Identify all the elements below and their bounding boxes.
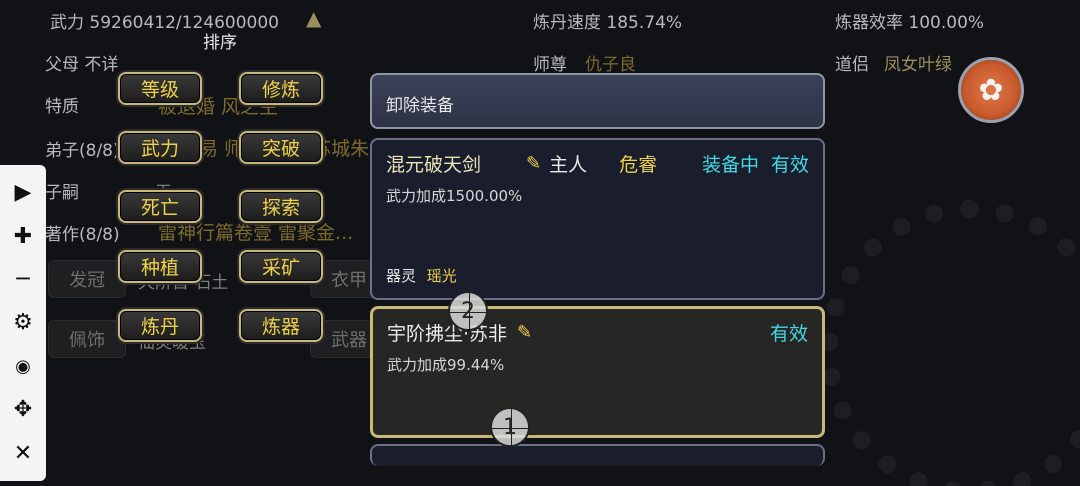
pencil-icon[interactable]: ✎	[526, 153, 541, 174]
eye-off-icon[interactable]: ◉	[6, 349, 40, 383]
disciples-label: 弟子(8/8)	[45, 141, 120, 161]
pencil-icon[interactable]: ✎	[517, 322, 532, 343]
status-label: 危睿	[619, 154, 658, 176]
owner-label: 主人	[549, 154, 588, 176]
avatar[interactable]: ✿	[958, 57, 1024, 123]
item-name: 宇阶拂尘·苏非	[387, 323, 508, 345]
parents-stat: 父母 不详	[45, 55, 119, 75]
sort-power-button[interactable]: 武力	[118, 131, 202, 164]
sort-title: 排序	[203, 33, 237, 53]
sort-alchemy-button[interactable]: 炼丹	[118, 309, 202, 342]
works-label: 著作(8/8)	[45, 225, 120, 245]
spirit-label: 器灵	[386, 267, 417, 285]
alchemy-speed-stat: 炼丹速度 185.74%	[533, 13, 683, 33]
valid-badge: 有效	[769, 323, 808, 345]
master-value: 仇子良	[585, 55, 636, 75]
heirs-label: 子嗣	[45, 183, 79, 203]
plus-icon[interactable]: ✚	[6, 219, 40, 253]
sort-level-button[interactable]: 等级	[118, 72, 202, 105]
move-icon[interactable]: ✥	[6, 393, 40, 427]
equipment-card[interactable]: 混元破天剑 ✎ 主人 危睿 装备中 有效 武力加成1500.00% 器灵 瑶光	[370, 138, 825, 300]
play-icon[interactable]: ▶	[6, 176, 40, 210]
equipment-card-partial[interactable]	[370, 444, 825, 466]
hat-icon: ▲	[306, 6, 322, 30]
sort-forging-button[interactable]: 炼器	[239, 309, 323, 342]
touch-marker-1: 1	[482, 399, 538, 455]
gear-icon[interactable]: ⚙	[6, 306, 40, 340]
fish-icon: ✿	[978, 72, 1004, 108]
close-icon[interactable]: ✕	[6, 436, 40, 470]
unequip-label: 卸除装备	[386, 96, 454, 116]
floating-toolbar: ▶ ✚ ─ ⚙ ◉ ✥ ✕	[0, 165, 46, 481]
minus-icon[interactable]: ─	[6, 263, 40, 297]
trait-label: 特质	[45, 97, 79, 117]
power-stat: 武力 59260412/124600000	[50, 13, 280, 33]
spirit-value: 瑶光	[426, 267, 457, 285]
cloud-watermark	[820, 200, 1080, 486]
accessory-slot[interactable]: 佩饰	[48, 320, 126, 358]
valid-badge: 有效	[770, 154, 809, 176]
forge-efficiency-stat: 炼器效率 100.00%	[835, 13, 985, 33]
item-name: 混元破天剑	[386, 154, 482, 176]
item-bonus: 武力加成99.44%	[387, 356, 505, 374]
equipment-card-selected[interactable]: 宇阶拂尘·苏非 ✎ 有效 武力加成99.44%	[370, 306, 825, 438]
sort-planting-button[interactable]: 种植	[118, 250, 202, 283]
touch-marker-2: 2	[440, 283, 496, 339]
sort-cultivation-button[interactable]: 修炼	[239, 72, 323, 105]
sort-death-button[interactable]: 死亡	[118, 190, 202, 223]
item-bonus: 武力加成1500.00%	[386, 187, 523, 205]
unequip-button[interactable]: 卸除装备	[370, 73, 825, 129]
partner-value: 凤女叶绿	[884, 55, 952, 75]
crown-slot[interactable]: 发冠	[48, 260, 126, 298]
sort-explore-button[interactable]: 探索	[239, 190, 323, 223]
equipped-badge: 装备中	[701, 154, 759, 176]
sort-mining-button[interactable]: 采矿	[239, 250, 323, 283]
master-label: 师尊	[533, 55, 567, 75]
sort-breakthrough-button[interactable]: 突破	[239, 131, 323, 164]
partner-label: 道侣	[835, 55, 869, 75]
